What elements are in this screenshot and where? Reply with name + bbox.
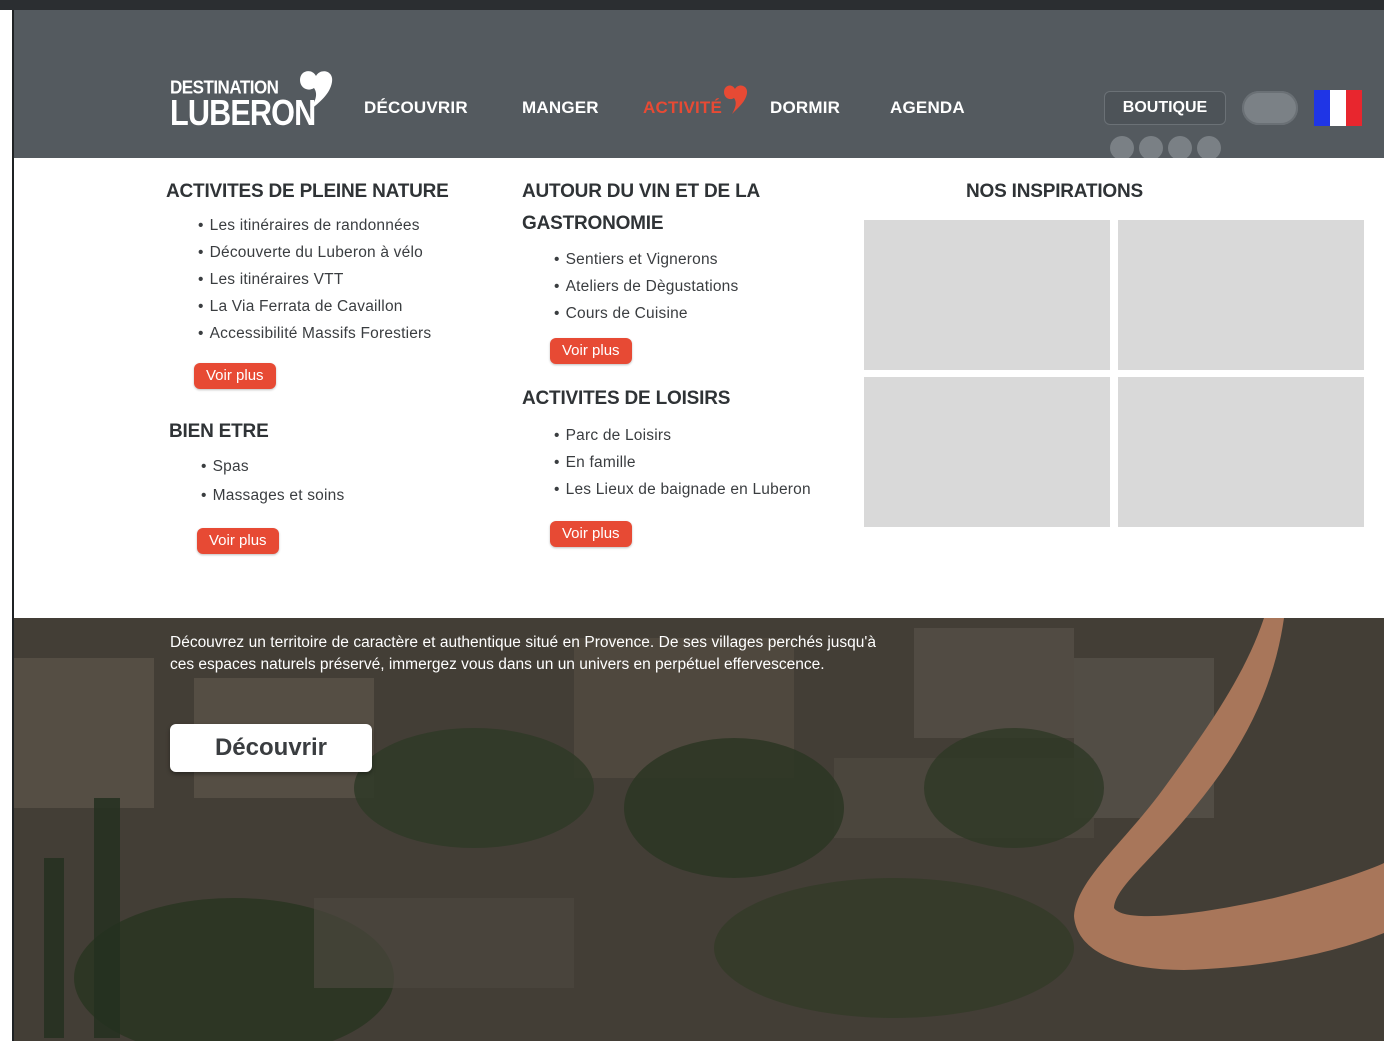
- bien-etre-list: Spas Massages et soins: [201, 452, 345, 510]
- vin-title-line1: AUTOUR DU VIN ET DE LA: [522, 181, 761, 202]
- page: DESTINATION LUBERON DÉCOUVRIR MANGER ACT…: [14, 10, 1384, 1041]
- pleine-nature-list: Les itinéraires de randonnées Découverte…: [198, 212, 432, 347]
- menu-link[interactable]: Cours de Cuisine: [554, 300, 738, 327]
- menu-link[interactable]: Spas: [201, 452, 344, 481]
- site-header: DESTINATION LUBERON DÉCOUVRIR MANGER ACT…: [14, 10, 1384, 160]
- hero-description: Découvrez un territoire de caractère et …: [170, 634, 876, 673]
- nav-manger[interactable]: MANGER: [522, 98, 599, 118]
- nav-agenda[interactable]: AGENDA: [890, 98, 965, 118]
- vin-title-line2: GASTRONOMIE: [522, 213, 664, 234]
- heart-logo-icon: [300, 71, 333, 110]
- nav-activite[interactable]: ACTIVITÉ: [643, 98, 722, 118]
- social-icon[interactable]: [1168, 136, 1192, 160]
- menu-link[interactable]: La Via Ferrata de Cavaillon: [198, 293, 431, 320]
- bien-etre-title: BIEN ETRE: [169, 421, 269, 442]
- hero-background-image: [14, 618, 1384, 1041]
- pleine-nature-voir-plus-button[interactable]: Voir plus: [194, 363, 276, 389]
- social-icons: [1110, 136, 1221, 160]
- boutique-button[interactable]: BOUTIQUE: [1104, 91, 1226, 125]
- vin-list: Sentiers et Vignerons Ateliers de Dègust…: [554, 246, 739, 327]
- menu-link[interactable]: Sentiers et Vignerons: [554, 246, 738, 273]
- inspirations-title: NOS INSPIRATIONS: [966, 181, 1143, 202]
- inspiration-tile[interactable]: [864, 377, 1110, 527]
- social-icon[interactable]: [1139, 136, 1163, 160]
- active-heart-icon: [724, 85, 748, 114]
- decouvrir-button[interactable]: Découvrir: [170, 724, 372, 772]
- menu-link[interactable]: Accessibilité Massifs Forestiers: [198, 320, 432, 347]
- bien-etre-voir-plus-button[interactable]: Voir plus: [197, 528, 279, 554]
- menu-link[interactable]: Ateliers de Dègustations: [554, 273, 739, 300]
- inspiration-tile[interactable]: [864, 220, 1110, 370]
- nav-dormir[interactable]: DORMIR: [770, 98, 840, 118]
- menu-link[interactable]: Parc de Loisirs: [554, 422, 811, 449]
- france-flag-icon[interactable]: [1314, 90, 1362, 126]
- nav-decouvrir[interactable]: DÉCOUVRIR: [364, 98, 468, 118]
- social-icon[interactable]: [1197, 136, 1221, 160]
- menu-link[interactable]: Les Lieux de baignade en Luberon: [554, 476, 811, 503]
- inspiration-tile[interactable]: [1118, 220, 1364, 370]
- inspiration-tile[interactable]: [1118, 377, 1364, 527]
- loisirs-list: Parc de Loisirs En famille Les Lieux de …: [554, 422, 811, 503]
- menu-link[interactable]: Les itinéraires VTT: [198, 266, 431, 293]
- menu-link[interactable]: Découverte du Luberon à vélo: [198, 239, 431, 266]
- pleine-nature-title: ACTIVITES DE PLEINE NATURE: [166, 181, 449, 202]
- mega-menu: ACTIVITES DE PLEINE NATURE Les itinérair…: [14, 158, 1384, 618]
- loisirs-voir-plus-button[interactable]: Voir plus: [550, 521, 632, 547]
- social-icon[interactable]: [1110, 136, 1134, 160]
- menu-link[interactable]: En famille: [554, 449, 811, 476]
- theme-toggle[interactable]: [1242, 91, 1298, 125]
- menu-link[interactable]: Les itinéraires de randonnées: [198, 212, 431, 239]
- loisirs-title: ACTIVITES DE LOISIRS: [522, 388, 731, 409]
- hero-section: Découvrez un territoire de caractère et …: [14, 618, 1384, 1041]
- menu-link[interactable]: Massages et soins: [201, 481, 345, 510]
- window-top-border: [0, 0, 1384, 10]
- vin-voir-plus-button[interactable]: Voir plus: [550, 338, 632, 364]
